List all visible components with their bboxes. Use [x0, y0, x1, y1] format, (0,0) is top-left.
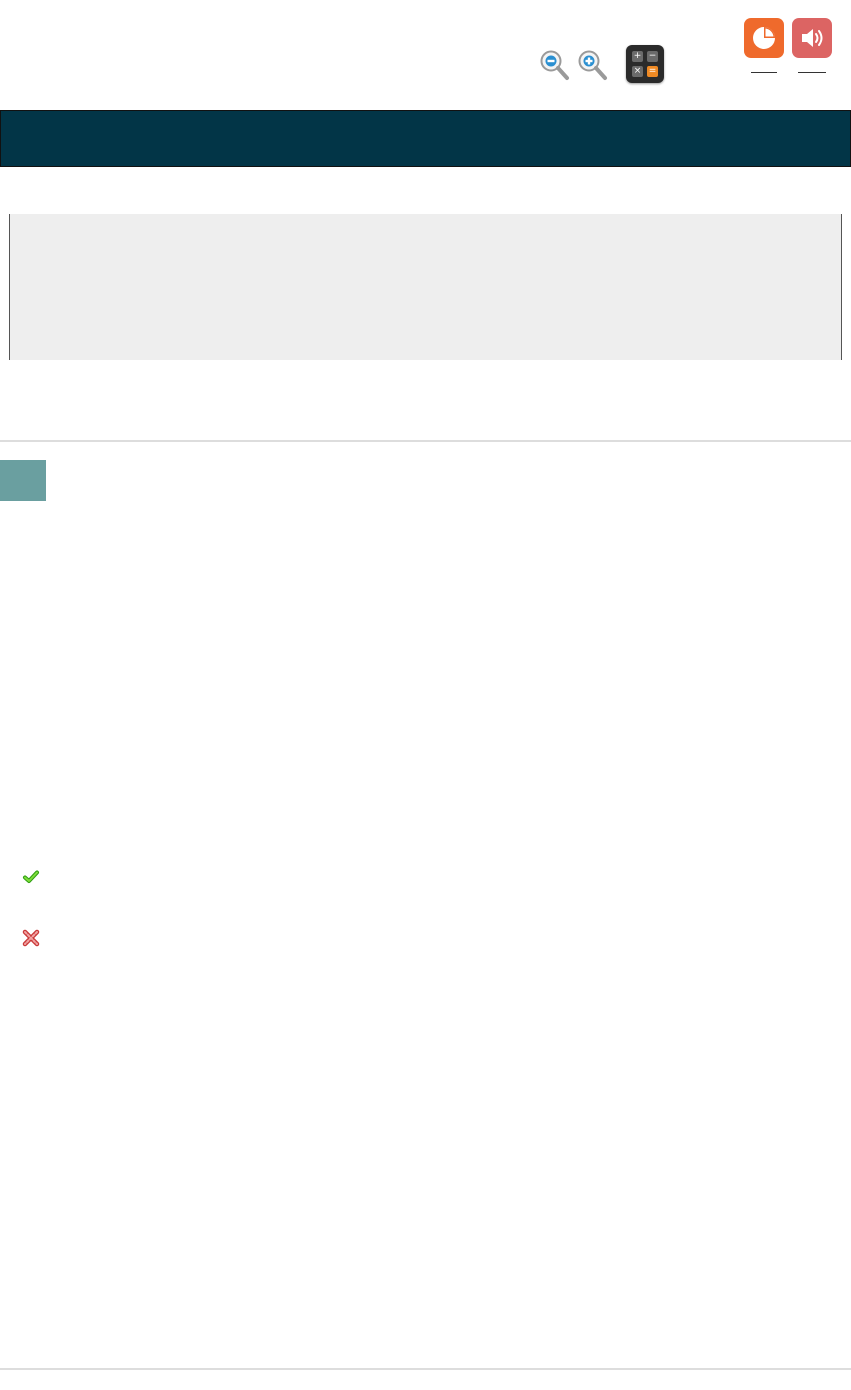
calculator-button[interactable]: + − × = [626, 45, 664, 83]
audio-button[interactable] [792, 18, 832, 58]
calculator-key-minus: − [647, 51, 658, 62]
audio-button-underline [798, 72, 826, 73]
speaker-icon [802, 29, 823, 47]
progress-pie-icon [753, 27, 775, 49]
calculator-key-equals: = [647, 66, 658, 77]
header-bar [0, 110, 851, 167]
calculator-key-times: × [632, 66, 643, 77]
passage-panel [9, 214, 842, 360]
calculator-icon: + − × = [626, 45, 664, 83]
zoom-out-icon [540, 50, 569, 80]
zoom-in-icon [578, 50, 607, 80]
correct-check-icon [23, 870, 39, 883]
zoom-out-button[interactable] [538, 48, 570, 82]
section-divider-top [0, 440, 851, 442]
incorrect-cross-icon [22, 929, 40, 947]
progress-button-underline [751, 72, 777, 73]
question-number-badge [0, 460, 46, 501]
zoom-in-button[interactable] [576, 48, 608, 82]
progress-button[interactable] [744, 18, 784, 58]
answer-option-correct[interactable] [22, 868, 40, 886]
section-divider-bottom [0, 1368, 851, 1370]
calculator-key-plus: + [632, 51, 643, 62]
answer-option-incorrect[interactable] [22, 929, 40, 947]
